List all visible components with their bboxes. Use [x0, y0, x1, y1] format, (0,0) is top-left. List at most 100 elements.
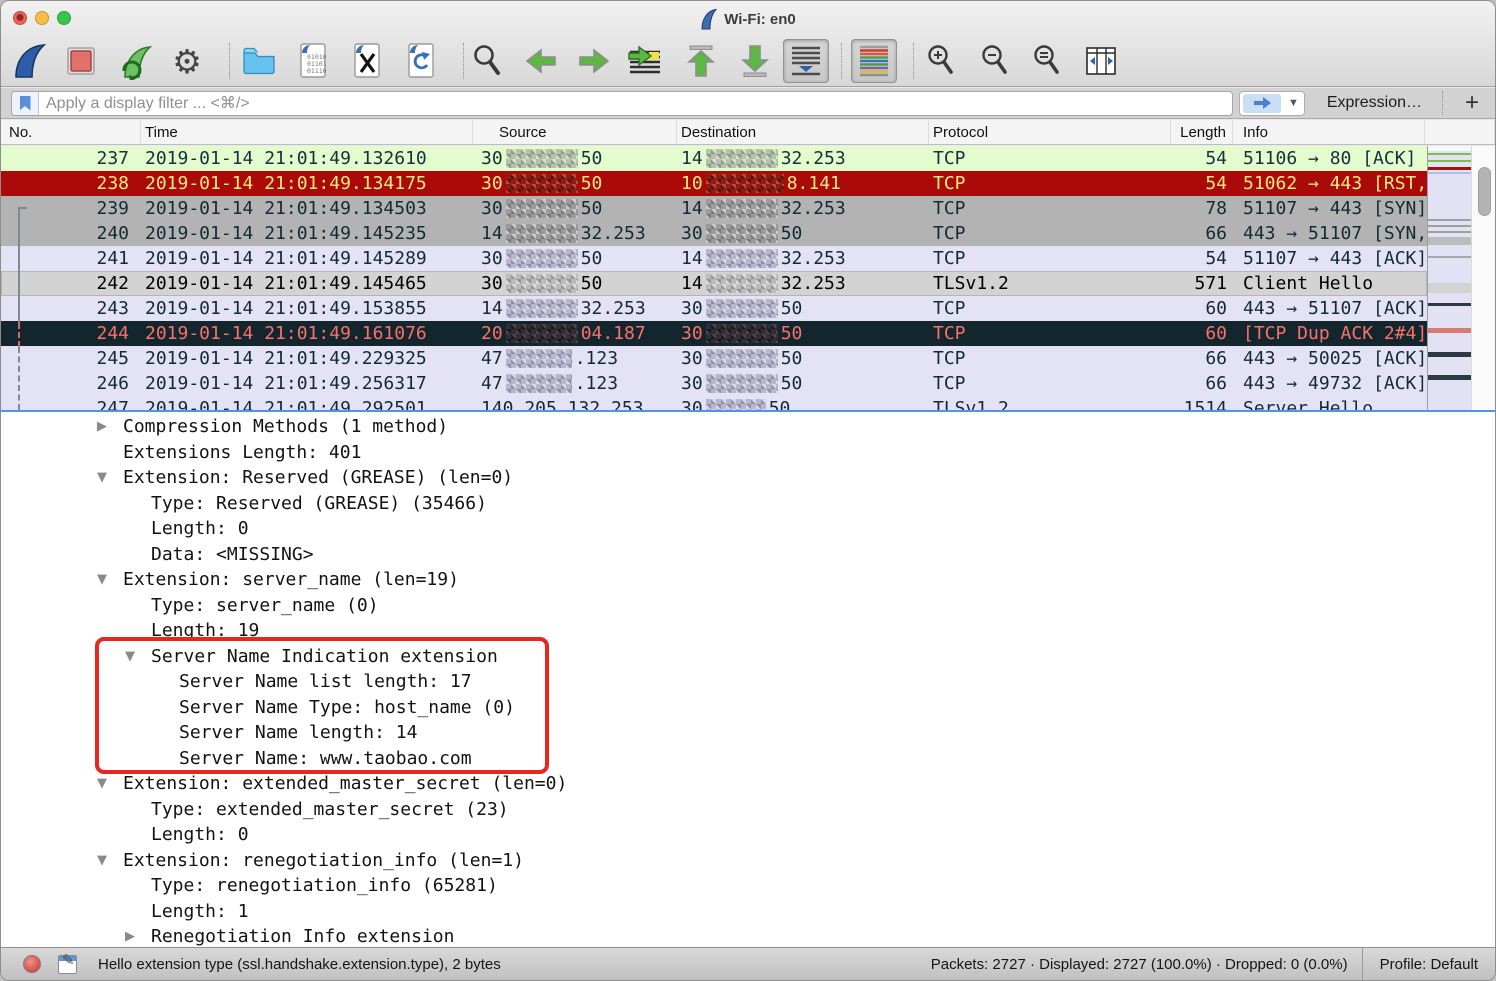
find-packet-icon[interactable]	[467, 40, 507, 82]
filter-apply-button[interactable]: ▼	[1239, 91, 1305, 116]
detail-line[interactable]: Type: server_name (0)	[1, 593, 1495, 619]
cell-no: 241	[1, 246, 141, 271]
packet-row-247[interactable]: 2472019-01-14 21:01:49.292501140.205.132…	[1, 396, 1427, 410]
detail-text: Server Name length: 14	[179, 722, 417, 743]
reload-file-icon[interactable]	[401, 40, 441, 82]
detail-line[interactable]: Type: extended_master_secret (23)	[1, 797, 1495, 823]
expand-triangle-icon[interactable]: ▶	[125, 929, 151, 944]
collapse-triangle-icon[interactable]: ▼	[125, 649, 151, 664]
cell-time: 2019-01-14 21:01:49.145235	[141, 221, 473, 246]
column-header-info[interactable]: Info	[1233, 120, 1425, 144]
cell-src: 1432.253	[473, 221, 677, 246]
column-header-no[interactable]: No.	[1, 120, 141, 144]
collapse-triangle-icon[interactable]: ▼	[97, 470, 123, 485]
open-file-icon[interactable]	[239, 40, 279, 82]
wireshark-start-icon[interactable]	[9, 40, 49, 82]
zoom-out-icon[interactable]	[975, 40, 1015, 82]
packet-minimap[interactable]	[1427, 146, 1471, 410]
collapse-triangle-icon[interactable]: ▼	[97, 572, 123, 587]
column-header-source[interactable]: Source	[473, 120, 677, 144]
packet-row-246[interactable]: 2462019-01-14 21:01:49.25631747.1233050T…	[1, 371, 1427, 396]
profile-text[interactable]: Profile: Default	[1363, 956, 1495, 973]
detail-line[interactable]: Type: Reserved (GREASE) (35466)	[1, 491, 1495, 517]
go-forward-icon[interactable]	[574, 40, 614, 82]
expand-triangle-icon[interactable]: ▶	[97, 419, 123, 434]
cell-info: 51107 → 443 [ACK]	[1233, 246, 1425, 271]
capture-options-icon[interactable]: ⚙	[167, 40, 207, 82]
detail-line[interactable]: Length: 0	[1, 516, 1495, 542]
packet-row-243[interactable]: 2432019-01-14 21:01:49.1538551432.253305…	[1, 296, 1427, 321]
packet-row-240[interactable]: 2402019-01-14 21:01:49.1452351432.253305…	[1, 221, 1427, 246]
detail-line[interactable]: Server Name Type: host_name (0)	[1, 695, 1495, 721]
detail-line[interactable]: Server Name list length: 17	[1, 669, 1495, 695]
resize-columns-icon[interactable]	[1081, 40, 1121, 82]
cell-no: 245	[1, 346, 141, 371]
display-filter-input[interactable]: Apply a display filter ... <⌘/>	[11, 91, 1233, 116]
detail-line[interactable]: ▼Extension: renegotiation_info (len=1)	[1, 848, 1495, 874]
packet-row-241[interactable]: 2412019-01-14 21:01:49.14528930501432.25…	[1, 246, 1427, 271]
redacted-ip-blur	[706, 149, 778, 168]
cell-len: 54	[1171, 171, 1233, 196]
go-last-packet-icon[interactable]	[735, 40, 775, 82]
column-header-time[interactable]: Time	[141, 120, 473, 144]
filter-bookmark-button[interactable]	[12, 92, 39, 115]
detail-line[interactable]: Data: <MISSING>	[1, 542, 1495, 568]
colorize-icon	[857, 44, 891, 78]
add-filter-button[interactable]: +	[1459, 92, 1485, 114]
detail-line[interactable]: ▼Extension: server_name (len=19)	[1, 567, 1495, 593]
packet-row-238[interactable]: 2382019-01-14 21:01:49.1341753050108.141…	[1, 171, 1427, 196]
expert-info-icon[interactable]	[23, 955, 41, 973]
packet-row-245[interactable]: 2452019-01-14 21:01:49.22932547.1233050T…	[1, 346, 1427, 371]
scrollbar-thumb[interactable]	[1478, 167, 1491, 216]
redacted-ip-blur	[506, 349, 572, 368]
zoom-in-icon[interactable]	[921, 40, 961, 82]
collapse-triangle-icon[interactable]: ▼	[97, 853, 123, 868]
detail-line[interactable]: ▶Compression Methods (1 method)	[1, 414, 1495, 440]
capture-restart-icon[interactable]	[115, 40, 155, 82]
detail-line[interactable]: ▼Extension: extended_master_secret (len=…	[1, 771, 1495, 797]
cell-info: Server Hello	[1233, 396, 1425, 410]
close-file-icon[interactable]	[347, 40, 387, 82]
packet-row-239[interactable]: 2392019-01-14 21:01:49.13450330501432.25…	[1, 196, 1427, 221]
column-header-protocol[interactable]: Protocol	[929, 120, 1171, 144]
detail-line[interactable]: Server Name: www.taobao.com	[1, 746, 1495, 772]
expression-button[interactable]: Expression…	[1327, 94, 1422, 112]
packet-details-pane[interactable]: ▶Compression Methods (1 method)Extension…	[1, 410, 1495, 949]
colorize-button[interactable]	[851, 39, 897, 83]
go-back-icon[interactable]	[521, 40, 561, 82]
detail-line[interactable]: Length: 0	[1, 822, 1495, 848]
detail-line[interactable]: Length: 1	[1, 899, 1495, 925]
column-header-length[interactable]: Length	[1171, 120, 1233, 144]
redacted-ip-blur	[706, 374, 778, 393]
auto-scroll-button[interactable]	[783, 39, 829, 83]
redacted-ip-blur	[706, 249, 778, 268]
titlebar[interactable]: Wi-Fi: en0	[1, 1, 1495, 37]
packet-row-242[interactable]: 2422019-01-14 21:01:49.14546530501432.25…	[1, 271, 1427, 296]
detail-line[interactable]: Extensions Length: 401	[1, 440, 1495, 466]
detail-line[interactable]: Length: 19	[1, 618, 1495, 644]
packet-row-244[interactable]: 2442019-01-14 21:01:49.1610762004.187305…	[1, 321, 1427, 346]
detail-text: Renegotiation Info extension	[151, 926, 454, 947]
cell-len: 60	[1171, 321, 1233, 346]
go-to-packet-icon[interactable]	[625, 40, 665, 82]
go-first-packet-icon[interactable]	[681, 40, 721, 82]
detail-line[interactable]: ▼Server Name Indication extension	[1, 644, 1495, 670]
detail-line[interactable]: Type: renegotiation_info (65281)	[1, 873, 1495, 899]
packet-row-237[interactable]: 2372019-01-14 21:01:49.13261030501432.25…	[1, 146, 1427, 171]
save-file-icon[interactable]: 010100110101110	[293, 40, 333, 82]
column-header-destination[interactable]: Destination	[677, 120, 929, 144]
detail-text: Length: 19	[151, 620, 259, 641]
zoom-original-icon[interactable]	[1027, 40, 1067, 82]
cell-no: 244	[1, 321, 141, 346]
detail-line[interactable]: ▼Extension: Reserved (GREASE) (len=0)	[1, 465, 1495, 491]
detail-text: Server Name list length: 17	[179, 671, 472, 692]
detail-line[interactable]: ▶Renegotiation Info extension	[1, 924, 1495, 949]
cell-src: 140.205.132.253	[473, 396, 677, 410]
detail-line[interactable]: Server Name length: 14	[1, 720, 1495, 746]
packet-list[interactable]: 2372019-01-14 21:01:49.13261030501432.25…	[1, 146, 1427, 410]
capture-comment-icon[interactable]: ✎	[58, 955, 77, 974]
packet-list-scrollbar[interactable]	[1471, 146, 1496, 410]
cell-info: 51107 → 443 [SYN]	[1233, 196, 1425, 221]
capture-stop-icon[interactable]	[61, 40, 101, 82]
collapse-triangle-icon[interactable]: ▼	[97, 776, 123, 791]
